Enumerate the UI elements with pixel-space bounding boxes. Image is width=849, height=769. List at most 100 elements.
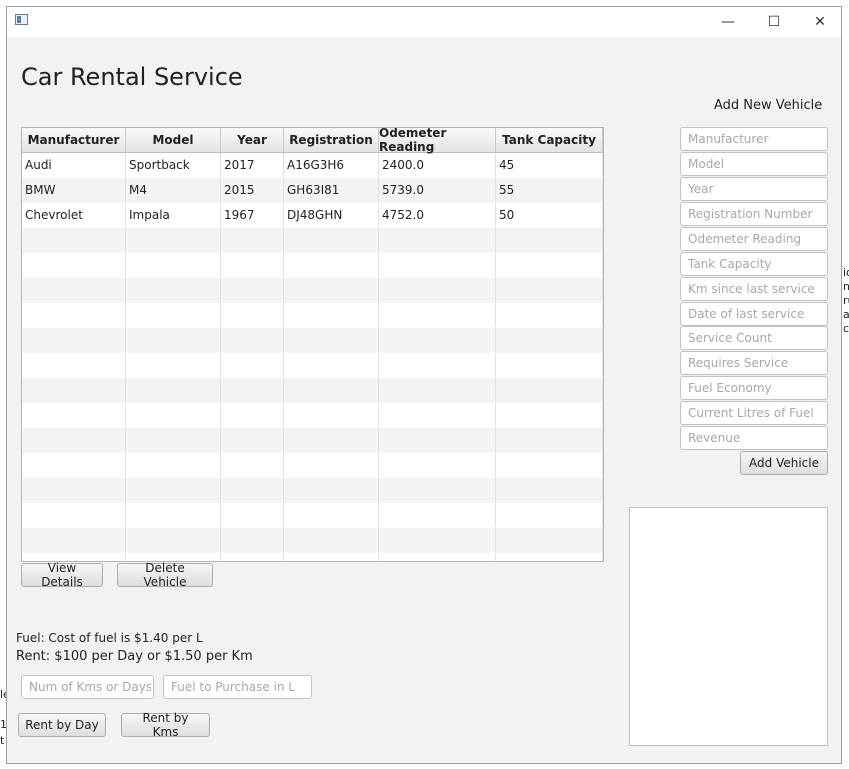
table-cell-empty bbox=[126, 428, 221, 452]
table-cell-empty bbox=[284, 403, 379, 427]
current-litres-field[interactable] bbox=[680, 401, 828, 425]
table-cell-empty bbox=[126, 253, 221, 277]
bg-fragment: io bbox=[843, 266, 849, 279]
cell-manufacturer: BMW bbox=[22, 178, 126, 202]
table-body: Audi Sportback 2017 A16G3H6 2400.0 45 BM… bbox=[22, 153, 603, 561]
table-cell-empty bbox=[496, 278, 603, 302]
kms-or-days-input[interactable] bbox=[21, 675, 154, 699]
cell-tank-capacity: 50 bbox=[496, 203, 603, 227]
app-window-icon bbox=[15, 14, 28, 25]
table-cell-empty bbox=[221, 303, 284, 327]
table-cell-empty bbox=[284, 303, 379, 327]
app-window: — ☐ ✕ Car Rental Service Add New Vehicle… bbox=[6, 6, 842, 764]
tank-capacity-field[interactable] bbox=[680, 252, 828, 276]
table-cell-empty bbox=[496, 528, 603, 552]
table-cell-empty bbox=[221, 378, 284, 402]
rent-by-kms-button[interactable]: Rent by Kms bbox=[121, 711, 210, 739]
add-vehicle-button[interactable]: Add Vehicle bbox=[740, 451, 828, 475]
table-row-empty[interactable] bbox=[22, 278, 603, 303]
table-cell-empty bbox=[379, 278, 496, 302]
table-cell-empty bbox=[379, 228, 496, 252]
table-row[interactable]: Audi Sportback 2017 A16G3H6 2400.0 45 bbox=[22, 153, 603, 178]
table-row-empty[interactable] bbox=[22, 303, 603, 328]
rent-cost-text: Rent: $100 per Day or $1.50 per Km bbox=[16, 649, 253, 664]
table-row-empty[interactable] bbox=[22, 353, 603, 378]
table-row[interactable]: BMW M4 2015 GH63I81 5739.0 55 bbox=[22, 178, 603, 203]
table-cell-empty bbox=[221, 528, 284, 552]
cell-registration: A16G3H6 bbox=[284, 153, 379, 177]
fuel-purchase-input[interactable] bbox=[163, 675, 312, 699]
vehicle-table[interactable]: Manufacturer Model Year Registration Ode… bbox=[21, 127, 604, 562]
table-row[interactable]: Chevrolet Impala 1967 DJ48GHN 4752.0 50 bbox=[22, 203, 603, 228]
table-row-empty[interactable] bbox=[22, 253, 603, 278]
bg-fragment: t bbox=[0, 734, 5, 747]
table-cell-empty bbox=[22, 328, 126, 352]
table-cell-empty bbox=[22, 503, 126, 527]
title-bar[interactable]: — ☐ ✕ bbox=[7, 7, 841, 37]
fuel-economy-field[interactable] bbox=[680, 376, 828, 400]
table-cell-empty bbox=[379, 328, 496, 352]
cell-model: M4 bbox=[126, 178, 221, 202]
close-button[interactable]: ✕ bbox=[797, 7, 843, 37]
table-cell-empty bbox=[22, 353, 126, 377]
manufacturer-field[interactable] bbox=[680, 127, 828, 151]
table-row-empty[interactable] bbox=[22, 478, 603, 503]
minimize-button[interactable]: — bbox=[705, 7, 751, 37]
registration-number-field[interactable] bbox=[680, 202, 828, 226]
column-header-model[interactable]: Model bbox=[126, 128, 221, 152]
table-cell-empty bbox=[496, 553, 603, 561]
table-cell-empty bbox=[284, 353, 379, 377]
year-field[interactable] bbox=[680, 177, 828, 201]
table-cell-empty bbox=[221, 453, 284, 477]
column-header-odometer[interactable]: Odemeter Reading bbox=[379, 128, 496, 154]
model-field[interactable] bbox=[680, 152, 828, 176]
delete-vehicle-button[interactable]: Delete Vehicle bbox=[117, 561, 213, 589]
table-cell-empty bbox=[126, 503, 221, 527]
table-cell-empty bbox=[126, 528, 221, 552]
table-cell-empty bbox=[221, 503, 284, 527]
table-row-empty[interactable] bbox=[22, 528, 603, 553]
cell-registration: GH63I81 bbox=[284, 178, 379, 202]
cell-tank-capacity: 45 bbox=[496, 153, 603, 177]
column-header-registration[interactable]: Registration bbox=[284, 128, 379, 152]
rent-by-day-button[interactable]: Rent by Day bbox=[18, 713, 106, 737]
table-cell-empty bbox=[22, 478, 126, 502]
table-row-empty[interactable] bbox=[22, 328, 603, 353]
table-cell-empty bbox=[379, 553, 496, 561]
cell-manufacturer: Chevrolet bbox=[22, 203, 126, 227]
table-cell-empty bbox=[284, 453, 379, 477]
table-cell-empty bbox=[126, 478, 221, 502]
column-header-manufacturer[interactable]: Manufacturer bbox=[22, 128, 126, 152]
service-count-field[interactable] bbox=[680, 326, 828, 350]
table-cell-empty bbox=[22, 228, 126, 252]
table-cell-empty bbox=[379, 503, 496, 527]
column-header-year[interactable]: Year bbox=[221, 128, 284, 152]
maximize-button[interactable]: ☐ bbox=[751, 7, 797, 37]
table-cell-empty bbox=[496, 428, 603, 452]
date-last-service-field[interactable] bbox=[680, 302, 828, 326]
table-row-empty[interactable] bbox=[22, 378, 603, 403]
column-header-tank-capacity[interactable]: Tank Capacity bbox=[496, 128, 603, 152]
table-cell-empty bbox=[284, 378, 379, 402]
table-cell-empty bbox=[126, 278, 221, 302]
revenue-field[interactable] bbox=[680, 426, 828, 450]
table-row-empty[interactable] bbox=[22, 428, 603, 453]
requires-service-field[interactable] bbox=[680, 351, 828, 375]
bg-fragment: a bbox=[843, 308, 849, 321]
bg-fragment: ct bbox=[843, 322, 849, 335]
table-cell-empty bbox=[221, 328, 284, 352]
table-header: Manufacturer Model Year Registration Ode… bbox=[22, 128, 603, 154]
details-output-area[interactable] bbox=[629, 507, 828, 746]
table-row-empty[interactable] bbox=[22, 403, 603, 428]
view-details-button[interactable]: View Details bbox=[21, 561, 103, 589]
cell-year: 1967 bbox=[221, 203, 284, 227]
km-since-service-field[interactable] bbox=[680, 277, 828, 301]
table-cell-empty bbox=[22, 428, 126, 452]
table-row-empty[interactable] bbox=[22, 453, 603, 478]
odometer-reading-field[interactable] bbox=[680, 227, 828, 251]
table-row-empty[interactable] bbox=[22, 503, 603, 528]
table-row-empty[interactable] bbox=[22, 553, 603, 561]
table-cell-empty bbox=[379, 428, 496, 452]
table-row-empty[interactable] bbox=[22, 228, 603, 253]
table-cell-empty bbox=[22, 403, 126, 427]
